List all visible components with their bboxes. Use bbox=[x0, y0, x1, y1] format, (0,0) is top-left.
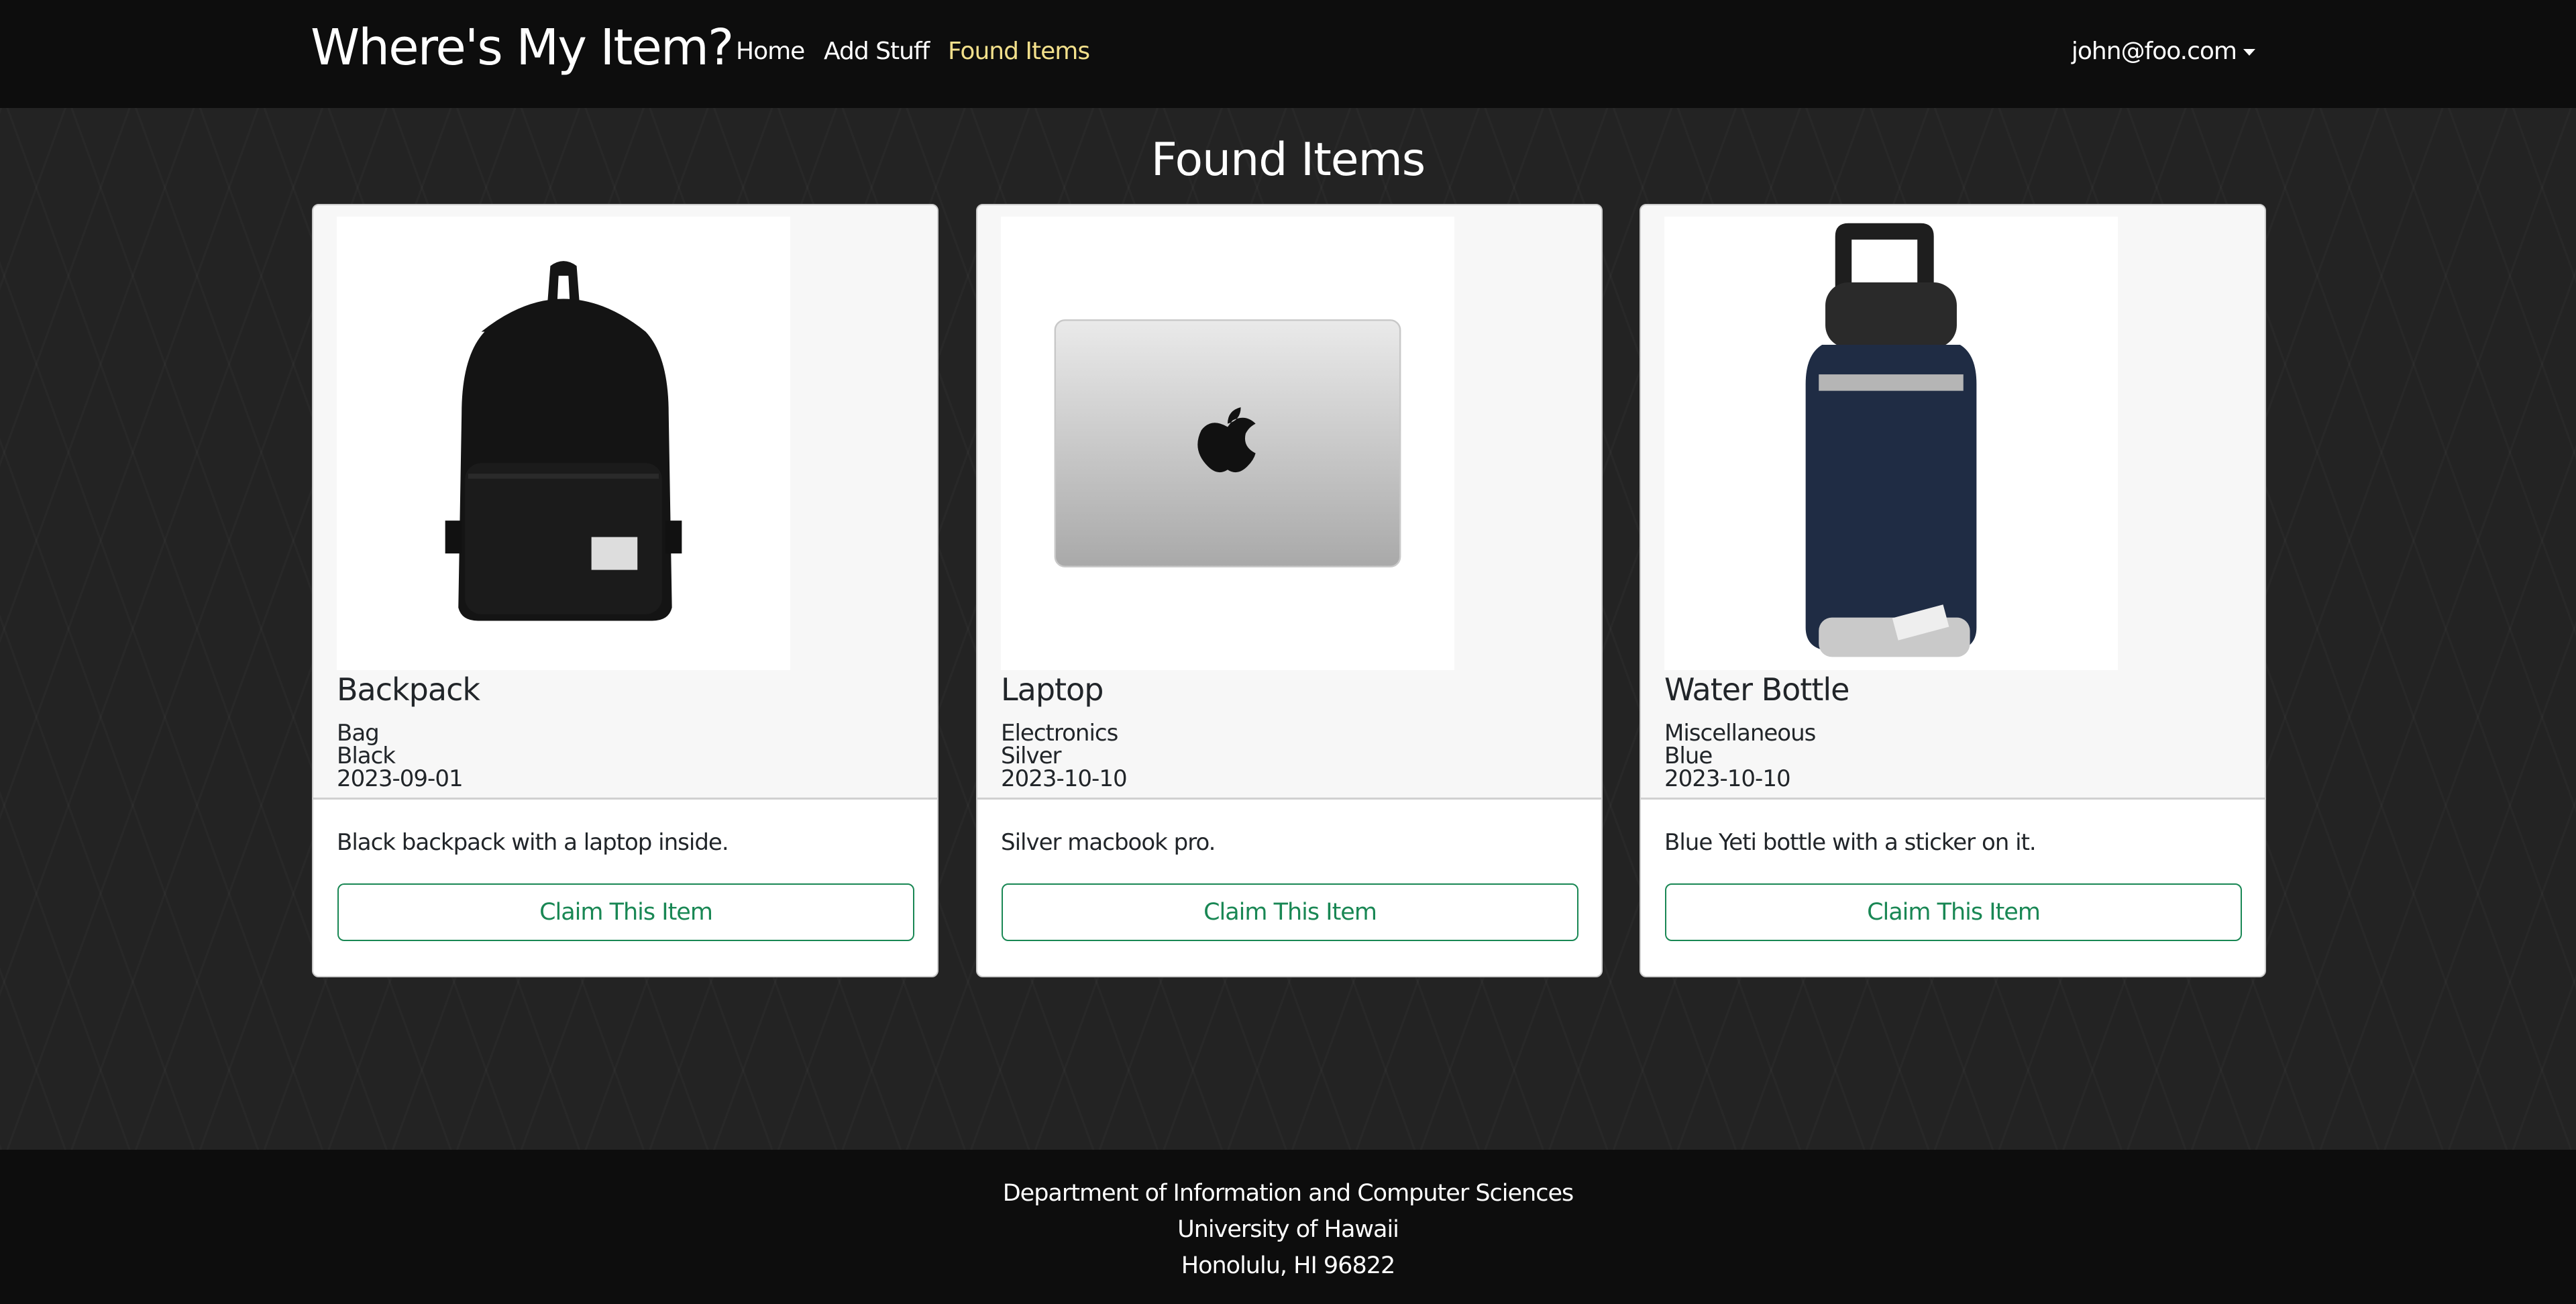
footer: Department of Information and Computer S… bbox=[0, 1150, 2576, 1304]
caret-down-icon bbox=[2243, 49, 2255, 56]
main-content: Found Items Backpack Bag Black 2023-09-0… bbox=[0, 108, 2576, 1150]
item-color: Silver bbox=[1001, 743, 1061, 769]
item-meta: Electronics Silver 2023-10-10 bbox=[1001, 720, 1128, 792]
item-meta: Miscellaneous Blue 2023-10-10 bbox=[1664, 720, 1816, 792]
item-card: Backpack Bag Black 2023-09-01 Black back… bbox=[312, 204, 938, 977]
item-color: Blue bbox=[1664, 743, 1713, 769]
claim-item-button[interactable]: Claim This Item bbox=[1665, 883, 2242, 941]
user-dropdown[interactable]: john@foo.com bbox=[2072, 38, 2255, 65]
item-meta: Bag Black 2023-09-01 bbox=[337, 720, 464, 792]
item-name: Backpack bbox=[337, 671, 480, 708]
item-description: Blue Yeti bottle with a sticker on it. bbox=[1664, 829, 2037, 856]
item-name: Laptop bbox=[1001, 671, 1104, 708]
item-date: 2023-10-10 bbox=[1001, 765, 1128, 792]
laptop-image bbox=[1001, 217, 1454, 670]
nav-home[interactable]: Home bbox=[736, 38, 805, 65]
item-description: Silver macbook pro. bbox=[1001, 829, 1216, 856]
water-bottle-image bbox=[1664, 217, 2118, 670]
item-category: Miscellaneous bbox=[1664, 720, 1816, 747]
item-category: Bag bbox=[337, 720, 380, 747]
brand-link[interactable]: Where's My Item? bbox=[311, 19, 734, 76]
footer-department: Department of Information and Computer S… bbox=[1002, 1180, 1574, 1207]
nav-found-items[interactable]: Found Items bbox=[948, 38, 1090, 65]
navbar: Where's My Item? Home Add Stuff Found It… bbox=[0, 0, 2576, 108]
user-email: john@foo.com bbox=[2071, 38, 2237, 65]
item-date: 2023-10-10 bbox=[1664, 765, 1791, 792]
item-date: 2023-09-01 bbox=[337, 765, 464, 792]
footer-address: Honolulu, HI 96822 bbox=[1181, 1252, 1396, 1279]
item-category: Electronics bbox=[1001, 720, 1118, 747]
nav-add-stuff[interactable]: Add Stuff bbox=[824, 38, 930, 65]
item-card: Water Bottle Miscellaneous Blue 2023-10-… bbox=[1640, 204, 2266, 977]
item-card: Laptop Electronics Silver 2023-10-10 Sil… bbox=[976, 204, 1603, 977]
page-title: Found Items bbox=[1150, 133, 1426, 186]
claim-item-button[interactable]: Claim This Item bbox=[337, 883, 914, 941]
footer-university: University of Hawaii bbox=[1177, 1216, 1399, 1243]
item-description: Black backpack with a laptop inside. bbox=[337, 829, 729, 856]
item-color: Black bbox=[337, 743, 396, 769]
claim-item-button[interactable]: Claim This Item bbox=[1002, 883, 1578, 941]
item-name: Water Bottle bbox=[1664, 671, 1849, 708]
backpack-image bbox=[337, 217, 790, 670]
